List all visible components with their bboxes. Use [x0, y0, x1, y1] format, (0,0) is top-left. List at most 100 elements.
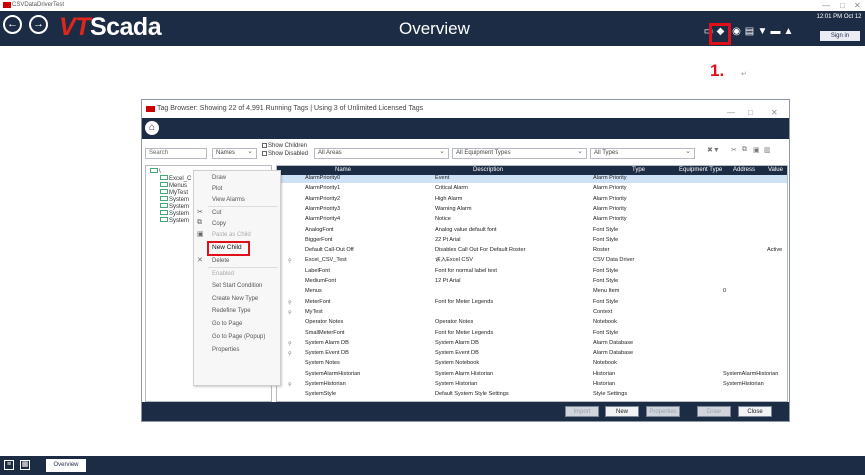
- context-menu: Draw Plot View Alarms ✂ Cut ⧉ Copy ▣ Pas…: [193, 170, 281, 386]
- menu-item-new-child[interactable]: New Child: [212, 244, 242, 251]
- table-row[interactable]: ⚲ SystemHistorian System Historian Historia…: [277, 381, 787, 389]
- menu-item-view-alarms[interactable]: View Alarms: [212, 196, 245, 204]
- search-input[interactable]: Search: [145, 148, 207, 159]
- menu-item-cut[interactable]: Cut: [212, 209, 221, 217]
- draw-button[interactable]: Draw: [697, 406, 731, 417]
- type-filter-select[interactable]: All Types: [590, 147, 695, 159]
- column-type[interactable]: Type: [632, 166, 645, 175]
- table-row[interactable]: AnalogFont Analog value default font Font …: [277, 227, 787, 235]
- import-button[interactable]: Import: [565, 406, 599, 417]
- maximize-button[interactable]: □: [840, 0, 845, 11]
- area-filter-select[interactable]: All Areas: [314, 147, 449, 159]
- table-row[interactable]: System Notes System Notebook Notebook: [277, 360, 787, 368]
- menu-item-plot[interactable]: Plot: [212, 185, 222, 193]
- cell-description: Notice: [435, 216, 451, 223]
- forward-arrow-icon[interactable]: →: [29, 15, 48, 34]
- filter-icon[interactable]: ▼: [757, 26, 768, 37]
- table-row[interactable]: Default Call-Out Off Disables Call Out Fo…: [277, 247, 787, 255]
- menu-item-create-new-type[interactable]: Create New Type: [212, 295, 258, 303]
- print-icon[interactable]: ▬: [770, 26, 781, 37]
- table-row[interactable]: ⚲ Excel_CSV_Test 读入Excel CSV CSV Data Drive…: [277, 257, 787, 265]
- table-row[interactable]: MediumFont 12 Pt Arial Font Style: [277, 278, 787, 286]
- report-icon[interactable]: ▤: [744, 26, 755, 37]
- menu-item-redefine-type[interactable]: Redefine Type: [212, 307, 251, 315]
- cell-name: SmallMeterFont: [305, 329, 345, 336]
- cell-name: BiggerFont: [305, 236, 333, 243]
- tag-link-icon: ⚲: [288, 351, 292, 358]
- camera-icon[interactable]: ◉: [731, 26, 742, 37]
- home-icon[interactable]: ⌂: [145, 121, 159, 135]
- tree-node[interactable]: System: [160, 217, 189, 225]
- table-row[interactable]: AlarmPriority0 Event Alarm Priority: [277, 175, 787, 183]
- name-filter-select[interactable]: Names: [212, 147, 257, 159]
- cell-name: AlarmPriority1: [305, 185, 341, 192]
- menu-icon[interactable]: ≡: [4, 460, 14, 470]
- cell-type: Historian: [593, 370, 616, 377]
- cell-name: LabelFont: [305, 267, 330, 274]
- table-row[interactable]: SystemAlarmHistorian System Alarm Histori…: [277, 370, 787, 379]
- show-children-checkbox[interactable]: Show Children: [262, 143, 307, 150]
- cell-type: CSV Data Driver: [593, 257, 635, 264]
- minimize-button[interactable]: —: [822, 0, 830, 11]
- step-annotation: 1.: [710, 61, 725, 80]
- table-row[interactable]: BiggerFont 22 Pt Arial Font Style: [277, 236, 787, 245]
- column-description[interactable]: Description: [473, 166, 503, 175]
- table-row[interactable]: LabelFont Font for normal label text Font …: [277, 267, 787, 276]
- pages-icon[interactable]: ▦: [20, 460, 30, 470]
- table-row[interactable]: ⚲ MyTest Context: [277, 309, 787, 317]
- column-equipment-type[interactable]: Equipment Type: [679, 166, 722, 175]
- copy-tool-icon[interactable]: ⧉: [742, 146, 747, 154]
- back-arrow-icon[interactable]: ←: [3, 15, 22, 34]
- table-row[interactable]: AlarmPriority4 Notice Alarm Priority: [277, 216, 787, 224]
- close-dialog-button[interactable]: Close: [738, 406, 772, 417]
- overview-tab[interactable]: Overview: [46, 459, 86, 472]
- menu-separator: [208, 206, 278, 207]
- menu-item-go-to-page[interactable]: Go to Page: [212, 320, 242, 328]
- cell-name: AlarmPriority2: [305, 195, 341, 202]
- menu-item-delete[interactable]: Delete: [212, 257, 229, 265]
- menu-item-set-start-condition[interactable]: Set Start Condition: [212, 282, 262, 290]
- table-row[interactable]: Menus Menu Item 0: [277, 288, 787, 296]
- cell-address: 0: [723, 288, 727, 295]
- cell-type: Menu Item: [593, 288, 620, 295]
- dialog-title: Tag Browser: Showing 22 of 4,991 Running…: [157, 105, 424, 112]
- show-disabled-checkbox[interactable]: Show Disabled: [262, 151, 308, 158]
- filter-bar: Search Names Show Children Show Disabled…: [142, 139, 789, 165]
- table-row[interactable]: AlarmPriority3 Warning Alarm Alarm Priorit…: [277, 206, 787, 214]
- paste-tool-icon[interactable]: ▣: [753, 146, 760, 154]
- table-row[interactable]: AlarmPriority2 High Alarm Alarm Priority: [277, 195, 787, 204]
- table-row[interactable]: ⚲ System Event DB System Event DB Alarm Dat…: [277, 350, 787, 358]
- column-address[interactable]: Address: [733, 166, 755, 175]
- cell-description: Disables Call Out For Default Roster: [435, 247, 526, 254]
- menu-item-properties[interactable]: Properties: [212, 346, 239, 354]
- table-row[interactable]: AlarmPriority1 Critical Alarm Alarm Priori…: [277, 185, 787, 193]
- close-button[interactable]: ✕: [854, 0, 861, 11]
- menu-item-enabled[interactable]: Enabled: [212, 270, 234, 278]
- equipment-filter-select[interactable]: All Equipment Types: [452, 147, 587, 159]
- cell-type: Font Style: [593, 298, 619, 305]
- table-row[interactable]: Operator Notes Operator Notes Notebook: [277, 319, 787, 327]
- cell-name: SystemAlarmHistorian: [305, 370, 361, 377]
- cell-type: Notebook: [593, 319, 617, 326]
- table-row[interactable]: ⚲ MeterFont Font for Meter Legends Font Sty…: [277, 298, 787, 307]
- cell-type: Font Style: [593, 236, 619, 243]
- menu-item-copy[interactable]: Copy: [212, 220, 226, 228]
- clear-filter-icon[interactable]: ✖▼: [707, 146, 720, 154]
- bell-icon[interactable]: ▲: [783, 26, 794, 37]
- table-row[interactable]: ⚲ System Alarm DB System Alarm DB Alarm Dat…: [277, 340, 787, 348]
- cell-type: Roster: [593, 247, 610, 254]
- app-root: CSVDataDriverTest — □ ✕ ← → VTScada Over…: [0, 0, 865, 475]
- menu-item-paste-as-child[interactable]: Paste as Child: [212, 231, 251, 239]
- dialog-footer: Import New Properties Draw Close: [142, 402, 789, 421]
- menu-item-draw[interactable]: Draw: [212, 174, 226, 182]
- column-value[interactable]: Value: [768, 166, 783, 175]
- delete-tool-icon[interactable]: ▥: [764, 146, 771, 154]
- sign-in-button[interactable]: Sign in: [820, 31, 860, 41]
- table-row[interactable]: SmallMeterFont Font for Meter Legends Font…: [277, 329, 787, 338]
- column-name[interactable]: Name: [335, 166, 351, 175]
- new-button[interactable]: New: [605, 406, 639, 417]
- menu-item-go-to-page-popup[interactable]: Go to Page (Popup): [212, 333, 265, 341]
- table-row[interactable]: SystemStyle Default System Style Settings…: [277, 391, 787, 399]
- properties-button[interactable]: Properties: [646, 406, 680, 417]
- cut-tool-icon[interactable]: ✂: [731, 146, 737, 154]
